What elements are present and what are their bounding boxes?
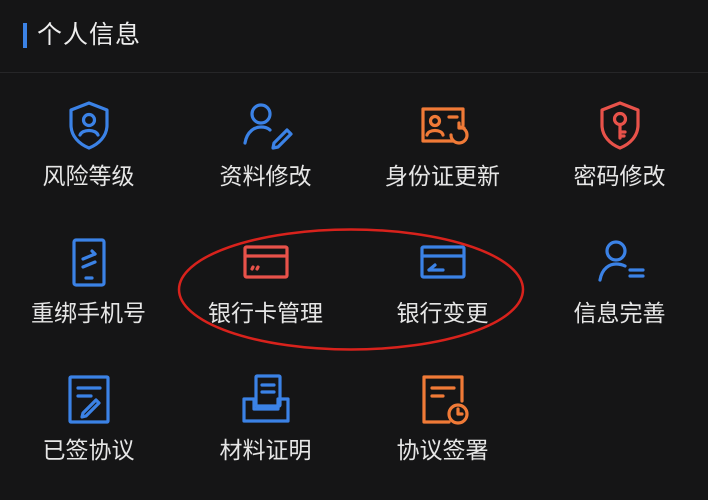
tile-sign-agreement[interactable]: 协议签署	[354, 347, 531, 484]
section-header: 个人信息	[0, 0, 708, 73]
tile-label: 风险等级	[42, 164, 135, 190]
user-list-icon	[590, 232, 650, 292]
document-tray-icon	[236, 369, 296, 429]
tile-password-change[interactable]: 密码修改	[531, 73, 708, 210]
tile-info-complete[interactable]: 信息完善	[531, 210, 708, 347]
tile-material-proof[interactable]: 材料证明	[177, 347, 354, 484]
tile-rebind-phone[interactable]: 重绑手机号	[0, 210, 177, 347]
tile-bank-change[interactable]: 银行变更	[354, 210, 531, 347]
shield-person-icon	[59, 95, 119, 155]
user-edit-icon	[236, 95, 296, 155]
tile-label: 资料修改	[219, 164, 312, 190]
tile-label: 银行变更	[396, 301, 489, 327]
tile-label: 重绑手机号	[31, 301, 146, 327]
service-grid: 风险等级 资料修改 身份证更新 密码修改 重绑手机号 银行卡管理 银行变更 信息…	[0, 73, 708, 500]
phone-refresh-icon	[59, 232, 119, 292]
tile-label: 身份证更新	[385, 164, 500, 190]
tile-bank-card-manage[interactable]: 银行卡管理	[177, 210, 354, 347]
shield-key-icon	[590, 95, 650, 155]
id-card-refresh-icon	[413, 95, 473, 155]
tile-label: 密码修改	[573, 164, 666, 190]
tile-label: 材料证明	[219, 438, 312, 464]
tile-profile-edit[interactable]: 资料修改	[177, 73, 354, 210]
tile-label: 已签协议	[42, 438, 135, 464]
document-clock-icon	[413, 369, 473, 429]
tile-risk-level[interactable]: 风险等级	[0, 73, 177, 210]
tile-label: 信息完善	[573, 301, 666, 327]
bank-card-icon	[236, 232, 296, 292]
bank-card-change-icon	[413, 232, 473, 292]
tile-label: 协议签署	[396, 438, 489, 464]
tile-id-card-update[interactable]: 身份证更新	[354, 73, 531, 210]
tile-signed-agreements[interactable]: 已签协议	[0, 347, 177, 484]
signed-document-icon	[59, 369, 119, 429]
tile-label: 银行卡管理	[208, 301, 323, 327]
section-title: 个人信息	[37, 20, 142, 49]
section-accent-bar	[23, 23, 27, 48]
